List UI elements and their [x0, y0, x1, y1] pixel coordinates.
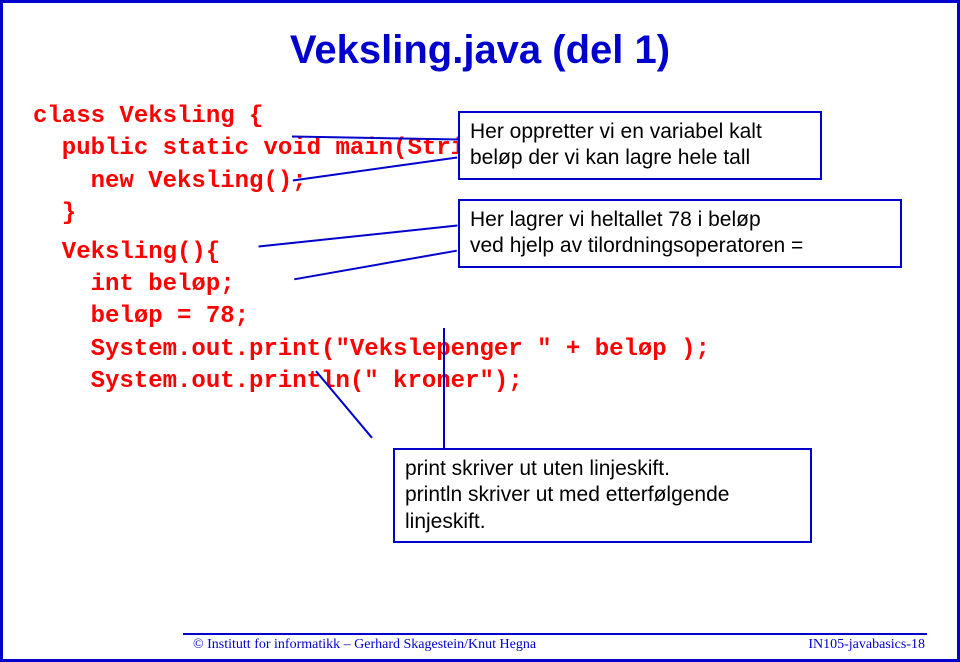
code-line: System.out.print("Vekslepenger " + beløp… [33, 334, 927, 366]
callout-text: println skriver ut med etterfølgende [405, 483, 729, 506]
code-line: int beløp; [33, 269, 927, 301]
callout-variable-declare: Her oppretter vi en variabel kalt beløp … [458, 111, 822, 180]
footer-left: © Institutt for informatikk – Gerhard Sk… [193, 637, 536, 653]
callout-text: ved hjelp av tilordningsoperatoren = [470, 234, 803, 257]
footer-right: IN105-javabasics-18 [808, 637, 925, 653]
callout-assignment: Her lagrer vi heltallet 78 i beløp ved h… [458, 199, 902, 268]
slide-frame: Veksling.java (del 1) class Veksling { p… [0, 0, 960, 662]
callout-print-println: print skriver ut uten linjeskift. printl… [393, 448, 812, 543]
callout-text: Her lagrer vi heltallet 78 i beløp [470, 208, 761, 231]
code-line: beløp = 78; [33, 301, 927, 333]
callout-text: print skriver ut uten linjeskift. [405, 457, 670, 480]
footer-divider [183, 633, 927, 635]
code-line: System.out.println(" kroner"); [33, 366, 927, 398]
callout-text: beløp der vi kan lagre hele tall [470, 146, 750, 169]
callout-text: linjeskift. [405, 510, 486, 533]
connector-line [443, 328, 445, 448]
page-title: Veksling.java (del 1) [290, 28, 670, 72]
title-row: Veksling.java (del 1) [33, 28, 927, 73]
callout-text: Her oppretter vi en variabel kalt [470, 120, 762, 143]
